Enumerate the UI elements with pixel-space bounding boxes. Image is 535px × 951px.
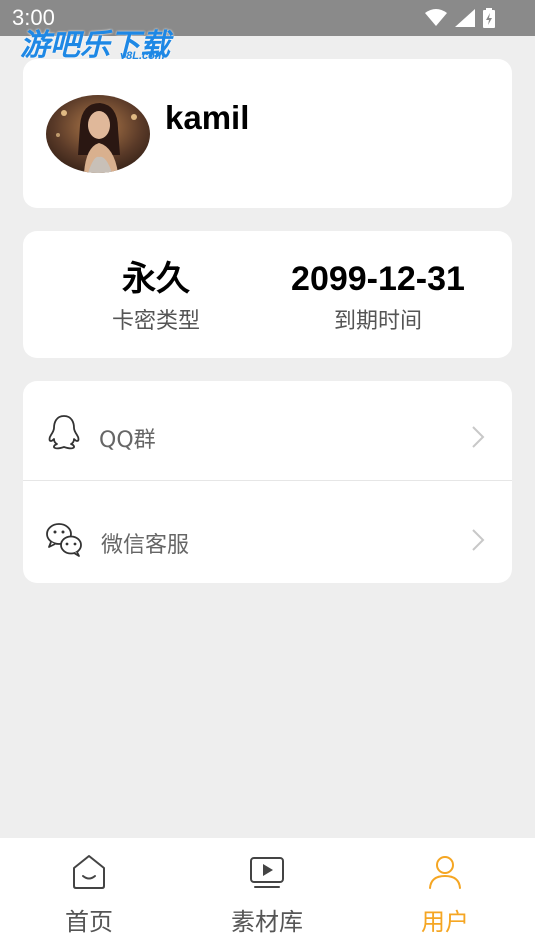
menu-item-wechat-support[interactable]: 微信客服 [23, 481, 512, 581]
profile-card: kamil [23, 59, 512, 208]
wechat-icon [46, 523, 82, 557]
chevron-right-icon [472, 529, 485, 551]
user-icon [429, 856, 461, 889]
card-type-label: 卡密类型 [111, 309, 200, 334]
battery-charging-icon [483, 8, 495, 28]
tab-label: 素材库 [231, 908, 303, 936]
expiry-value: 2099-12-31 [291, 260, 465, 298]
video-library-icon [250, 857, 284, 888]
home-icon [73, 855, 105, 889]
tab-material-library[interactable]: 素材库 [178, 838, 356, 951]
menu-item-qq-group[interactable]: QQ群 [23, 381, 512, 481]
menu-item-label: 微信客服 [101, 533, 190, 558]
menu-card: QQ群 微信客服 [23, 381, 512, 583]
membership-card: 永久 卡密类型 2099-12-31 到期时间 [23, 231, 512, 358]
bottom-tab-bar: 首页 素材库 用户 [0, 838, 535, 951]
card-type-section: 永久 卡密类型 [46, 257, 266, 335]
tab-label: 首页 [65, 908, 113, 936]
expiry-section: 2099-12-31 到期时间 [268, 257, 488, 335]
username: kamil [165, 99, 250, 136]
qq-icon [48, 415, 80, 450]
menu-item-label: QQ群 [99, 428, 156, 453]
status-icons [425, 8, 495, 28]
wifi-icon [425, 9, 447, 26]
card-type-value: 永久 [122, 260, 190, 298]
tab-user[interactable]: 用户 [356, 838, 534, 951]
chevron-right-icon [472, 426, 485, 448]
tab-label: 用户 [421, 908, 469, 936]
avatar[interactable] [46, 95, 150, 173]
tab-home[interactable]: 首页 [0, 838, 178, 951]
signal-icon [455, 9, 475, 27]
expiry-label: 到期时间 [333, 309, 422, 334]
